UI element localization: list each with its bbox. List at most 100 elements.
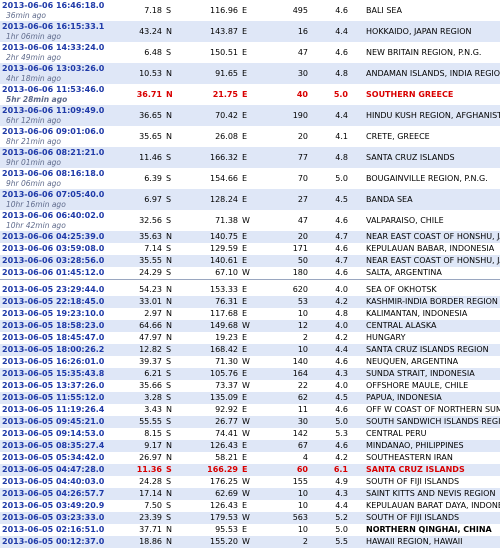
depth-cell: 142	[292, 429, 308, 438]
ns-cell: S	[164, 392, 182, 404]
latitude-cell: 17.14	[122, 488, 164, 500]
event-datetime-link[interactable]: 2013-06-05 04:47:28.0	[2, 465, 104, 474]
region-cell: VALPARAISO, CHILE	[366, 215, 444, 225]
event-datetime-link[interactable]: 2013-06-05 13:37:26.0	[2, 381, 104, 390]
region-cell: SOUTHEASTERN IRAN	[366, 453, 453, 462]
event-datetime-link[interactable]: 2013-06-06 09:01:06.0	[2, 127, 104, 136]
region-cell: KEPULAUAN BABAR, INDONESIA	[366, 244, 495, 253]
event-datetime-link[interactable]: 2013-06-06 11:53:46.0	[2, 85, 104, 94]
ns-cell: N	[166, 89, 173, 99]
event-datetime-link[interactable]: 2013-06-06 14:33:24.0	[2, 43, 104, 52]
datetime-cell: 2013-06-05 13:37:26.0	[0, 380, 122, 392]
event-datetime-link[interactable]: 2013-06-05 18:58:23.0	[2, 321, 104, 330]
event-datetime-link[interactable]: 2013-06-06 11:09:49.0	[2, 106, 104, 115]
latitude-cell: 8.15	[144, 429, 162, 438]
ew-cell: E	[242, 501, 248, 510]
longitude-cell: 105.76	[182, 368, 240, 380]
earthquake-row: 2013-06-05 00:12:37.0 18.86 N 155.20 W 2 5.5 HA…	[0, 536, 500, 548]
magnitude-cell: 5.0	[335, 525, 348, 534]
datetime-cell: 2013-06-05 11:19:26.4	[0, 404, 122, 416]
region-cell: NEAR EAST COAST OF HONSHU, JAPAN	[360, 231, 500, 243]
event-datetime-link[interactable]: 2013-06-05 09:45:21.0	[2, 417, 104, 426]
region-cell: SANTA CRUZ ISLANDS REGION	[360, 344, 500, 356]
ns-cell: S	[166, 268, 172, 277]
event-datetime-link[interactable]: 2013-06-05 22:18:45.0	[2, 297, 104, 306]
ns-cell: S	[164, 344, 182, 356]
event-datetime-link[interactable]: 2013-06-06 08:21:21.0	[2, 148, 104, 157]
datetime-cell: 2013-06-05 05:34:42.0	[0, 452, 122, 464]
depth-cell: 10	[258, 344, 310, 356]
magnitude-cell: 4.4	[335, 501, 348, 510]
latitude-cell: 11.46	[122, 147, 164, 168]
magnitude-cell: 6.1	[310, 464, 360, 476]
datetime-cell: 2013-06-05 09:45:21.0	[0, 416, 122, 428]
region-cell: SOUTH OF FIJI ISLANDS	[360, 512, 500, 524]
magnitude-cell: 4.4	[310, 21, 360, 42]
latitude-cell: 36.65	[122, 105, 164, 126]
ns-cell: S	[166, 215, 172, 225]
datetime-cell: 2013-06-06 03:59:08.0	[0, 243, 122, 255]
latitude-cell: 24.29	[139, 268, 162, 277]
event-datetime-link[interactable]: 2013-06-05 11:19:26.4	[2, 405, 104, 414]
ns-cell: S	[166, 244, 172, 253]
event-datetime-link[interactable]: 2013-06-06 04:25:39.0	[2, 232, 104, 241]
region-cell: BOUGAINVILLE REGION, P.N.G.	[366, 173, 488, 183]
event-datetime-link[interactable]: 2013-06-05 03:23:33.0	[2, 513, 104, 522]
depth-cell: 70	[297, 173, 308, 183]
event-datetime-link[interactable]: 2013-06-05 19:23:10.0	[2, 309, 104, 318]
region-cell: NEUQUEN, ARGENTINA	[366, 357, 459, 366]
event-datetime-link[interactable]: 2013-06-05 04:26:57.7	[2, 489, 104, 498]
magnitude-cell: 4.6	[335, 5, 348, 15]
event-datetime-link[interactable]: 2013-06-05 03:49:20.9	[2, 501, 104, 510]
datetime-cell: 2013-06-05 03:49:20.9	[0, 500, 122, 512]
event-datetime-link[interactable]: 2013-06-06 13:03:26.0	[2, 64, 104, 73]
longitude-cell: 92.92	[215, 405, 238, 414]
event-datetime-link[interactable]: 2013-06-05 11:55:12.0	[2, 393, 104, 402]
event-datetime-link[interactable]: 2013-06-05 23:29:44.0	[2, 285, 104, 294]
event-datetime-link[interactable]: 2013-06-05 18:45:47.0	[2, 333, 104, 342]
event-datetime-link[interactable]: 2013-06-06 16:46:18.0	[2, 1, 104, 10]
event-datetime-link[interactable]: 2013-06-05 00:12:37.0	[2, 537, 104, 546]
time-ago: 36min ago	[6, 11, 47, 20]
depth-cell: 10	[297, 501, 308, 510]
earthquake-row: 2013-06-05 02:16:51.0 37.71 N 95.53 E 10 5.0 NO…	[0, 524, 500, 536]
event-datetime-link[interactable]: 2013-06-06 16:15:33.1	[2, 22, 104, 31]
event-datetime-link[interactable]: 2013-06-05 16:26:01.0	[2, 357, 104, 366]
magnitude-cell: 4.2	[310, 296, 360, 308]
ew-cell: W	[242, 381, 250, 390]
longitude-cell: 129.59	[210, 244, 238, 253]
region-cell: BALI SEA	[366, 5, 402, 15]
event-datetime-link[interactable]: 2013-06-05 15:35:43.8	[2, 369, 104, 378]
datetime-cell: 2013-06-05 18:00:26.2	[0, 344, 122, 356]
latitude-cell: 35.66	[139, 381, 162, 390]
event-datetime-link[interactable]: 2013-06-05 02:16:51.0	[2, 525, 104, 534]
event-datetime-link[interactable]: 2013-06-05 09:14:53.0	[2, 429, 104, 438]
earthquake-row: 2013-06-05 18:00:26.2 12.82 S 168.42 E 10 4.4 S…	[0, 344, 500, 356]
depth-cell: 10	[297, 525, 308, 534]
ns-cell: N	[164, 440, 182, 452]
ns-cell: N	[164, 231, 182, 243]
earthquake-row: 2013-06-05 15:35:43.8 6.21 S 105.76 E 164 4.3 S…	[0, 368, 500, 380]
event-datetime-link[interactable]: 2013-06-06 03:59:08.0	[2, 244, 104, 253]
earthquake-row: 2013-06-05 09:45:21.0 55.55 S 26.77 W 30 5.0 SO…	[0, 416, 500, 428]
region-cell: SOUTH OF FIJI ISLANDS	[366, 477, 460, 486]
event-datetime-link[interactable]: 2013-06-06 08:16:18.0	[2, 169, 104, 178]
event-datetime-link[interactable]: 2013-06-05 04:40:03.0	[2, 477, 104, 486]
event-datetime-link[interactable]: 2013-06-06 03:28:56.0	[2, 256, 104, 265]
event-datetime-link[interactable]: 2013-06-06 01:45:12.0	[2, 268, 104, 277]
magnitude-cell: 5.0	[335, 173, 348, 183]
region-cell: MINDANAO, PHILIPPINES	[360, 440, 500, 452]
ew-cell: E	[240, 392, 258, 404]
datetime-cell: 2013-06-05 04:26:57.7	[0, 488, 122, 500]
ns-cell: N	[166, 285, 172, 294]
event-datetime-link[interactable]: 2013-06-06 06:40:02.0	[2, 211, 104, 220]
event-datetime-link[interactable]: 2013-06-06 07:05:40.0	[2, 190, 104, 199]
depth-cell: 20	[297, 131, 308, 141]
earthquake-row: 2013-06-05 22:18:45.0 33.01 N 76.31 E 53 4.2 KA…	[0, 296, 500, 308]
event-datetime-link[interactable]: 2013-06-05 05:34:42.0	[2, 453, 104, 462]
event-datetime-link[interactable]: 2013-06-05 08:35:27.4	[2, 441, 104, 450]
time-ago: 10hr 42min ago	[6, 221, 66, 230]
latitude-cell: 6.39	[144, 173, 162, 183]
ew-cell: W	[242, 215, 250, 225]
event-datetime-link[interactable]: 2013-06-05 18:00:26.2	[2, 345, 104, 354]
